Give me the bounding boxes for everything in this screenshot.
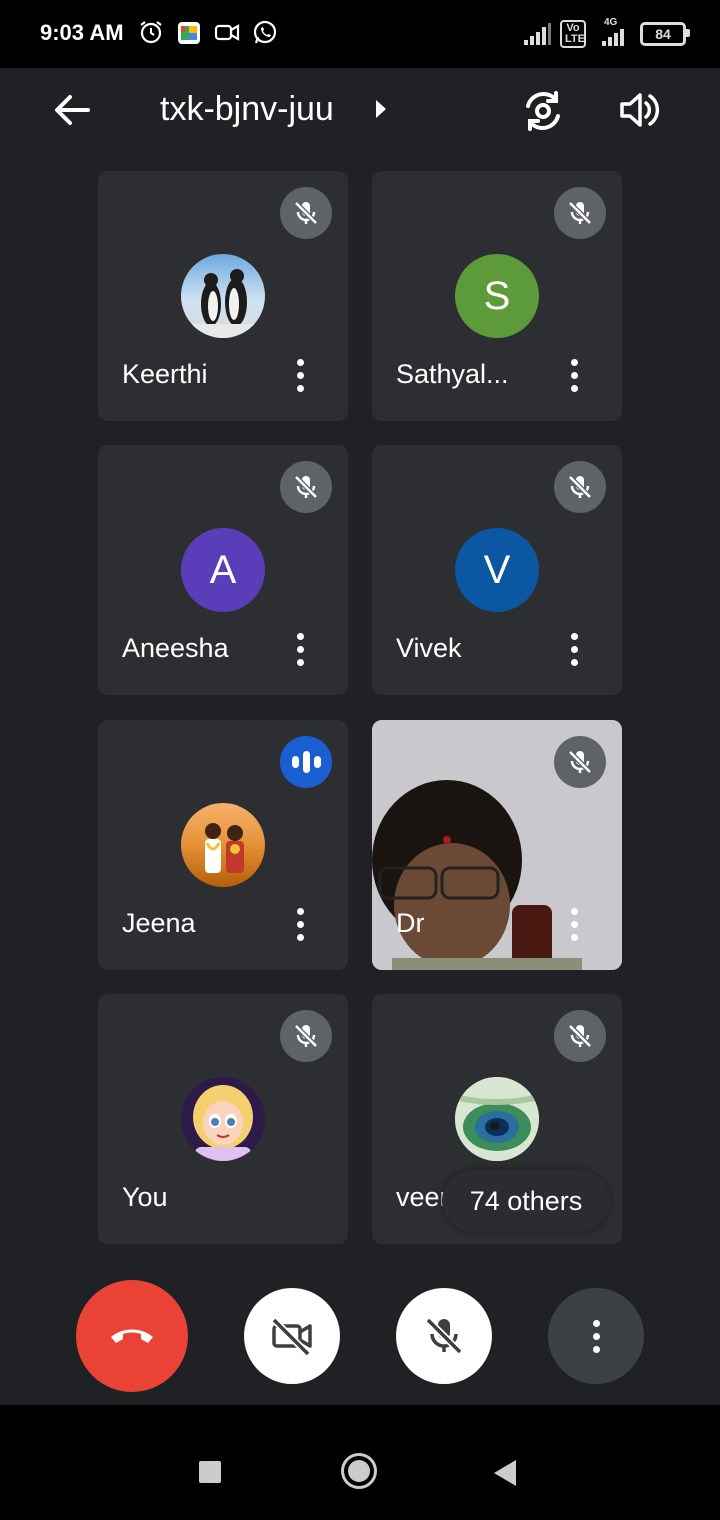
participant-name: Keerthi — [122, 359, 208, 389]
participant-options-button[interactable] — [564, 355, 584, 395]
others-count-pill[interactable]: 74 others — [442, 1170, 610, 1232]
meet-app-icon — [178, 22, 200, 44]
muted-mic-badge — [280, 1010, 332, 1062]
mic-off-icon — [568, 750, 592, 774]
muted-mic-badge — [554, 187, 606, 239]
switch-camera-icon[interactable] — [520, 88, 566, 134]
android-nav-bar — [0, 1405, 720, 1520]
participant-options-button[interactable] — [290, 629, 310, 669]
speaking-indicator-badge — [280, 736, 332, 788]
call-controls — [0, 1270, 720, 1400]
avatar — [181, 803, 265, 887]
mic-toggle-button[interactable] — [396, 1288, 492, 1384]
back-arrow-icon[interactable] — [52, 88, 92, 132]
network-4g-signal: 4G — [594, 17, 632, 47]
avatar — [181, 1077, 265, 1161]
participant-name: Jeena — [122, 908, 196, 938]
volte-badge: Vo LTE — [560, 20, 586, 48]
participant-name: Dr — [396, 908, 425, 938]
participant-options-button[interactable] — [290, 355, 310, 395]
participant-name: Aneesha — [122, 633, 229, 663]
avatar-letter: V — [455, 528, 539, 612]
video-off-icon — [271, 1317, 312, 1357]
camera-toggle-button[interactable] — [244, 1288, 340, 1384]
participant-tile[interactable]: A Aneesha — [98, 445, 348, 695]
muted-mic-badge — [554, 461, 606, 513]
penguins-photo — [181, 269, 265, 338]
peacock-feather-avatar — [455, 1077, 539, 1161]
signal-icon — [524, 23, 551, 45]
status-bar: 9:03 AM Vo LTE 4G 84 — [0, 0, 720, 68]
avatar — [181, 254, 265, 338]
participant-name: Sathyal... — [396, 359, 509, 389]
participant-options-button[interactable] — [564, 904, 584, 944]
participant-tile[interactable]: Keerthi — [98, 171, 348, 421]
muted-mic-badge — [554, 1010, 606, 1062]
hang-up-icon — [111, 1329, 153, 1343]
mic-off-icon — [568, 201, 592, 225]
mic-off-icon — [294, 475, 318, 499]
participant-tile[interactable]: V Vivek — [372, 445, 622, 695]
meeting-code[interactable]: txk-bjnv-juu — [160, 90, 334, 129]
more-vert-icon — [586, 1316, 606, 1356]
status-time: 9:03 AM — [40, 20, 124, 45]
end-call-button[interactable] — [76, 1280, 188, 1392]
alarm-icon — [140, 21, 162, 44]
muted-mic-badge — [554, 736, 606, 788]
participant-options-button[interactable] — [290, 904, 310, 944]
participant-name: You — [122, 1182, 168, 1212]
muted-mic-badge — [280, 461, 332, 513]
status-notification-icons — [138, 18, 278, 46]
mic-off-icon — [294, 1024, 318, 1048]
mic-off-icon — [294, 201, 318, 225]
whatsapp-icon — [253, 20, 277, 44]
video-icon — [214, 24, 240, 41]
status-system-icons: Vo LTE 4G 84 — [522, 17, 690, 48]
avatar-letter: S — [455, 254, 539, 338]
meeting-info-caret-icon[interactable] — [376, 100, 386, 118]
participant-options-button[interactable] — [564, 629, 584, 669]
battery-level: 84 — [655, 26, 671, 42]
muted-mic-badge — [280, 187, 332, 239]
home-button[interactable] — [341, 1453, 377, 1489]
battery-indicator: 84 — [640, 22, 690, 46]
cartoon-girl-avatar — [181, 1077, 265, 1161]
avatar-letter: A — [181, 528, 265, 612]
more-options-button[interactable] — [548, 1288, 644, 1384]
meeting-header: txk-bjnv-juu — [0, 68, 720, 154]
participant-name: Vivek — [396, 633, 462, 663]
participant-video-tile[interactable]: Dr — [372, 720, 622, 970]
recents-button[interactable] — [199, 1461, 221, 1483]
couple-photo — [205, 823, 244, 873]
avatar — [455, 1077, 539, 1161]
signal-4g-icon — [602, 29, 624, 46]
back-button[interactable] — [494, 1460, 516, 1486]
mic-off-icon — [568, 1024, 592, 1048]
speaker-icon[interactable] — [618, 88, 662, 132]
participant-tile[interactable]: S Sathyal... — [372, 171, 622, 421]
participant-tile[interactable]: Jeena — [98, 720, 348, 970]
mic-off-icon — [568, 475, 592, 499]
mic-off-icon — [425, 1317, 463, 1355]
self-participant-tile[interactable]: You — [98, 994, 348, 1244]
